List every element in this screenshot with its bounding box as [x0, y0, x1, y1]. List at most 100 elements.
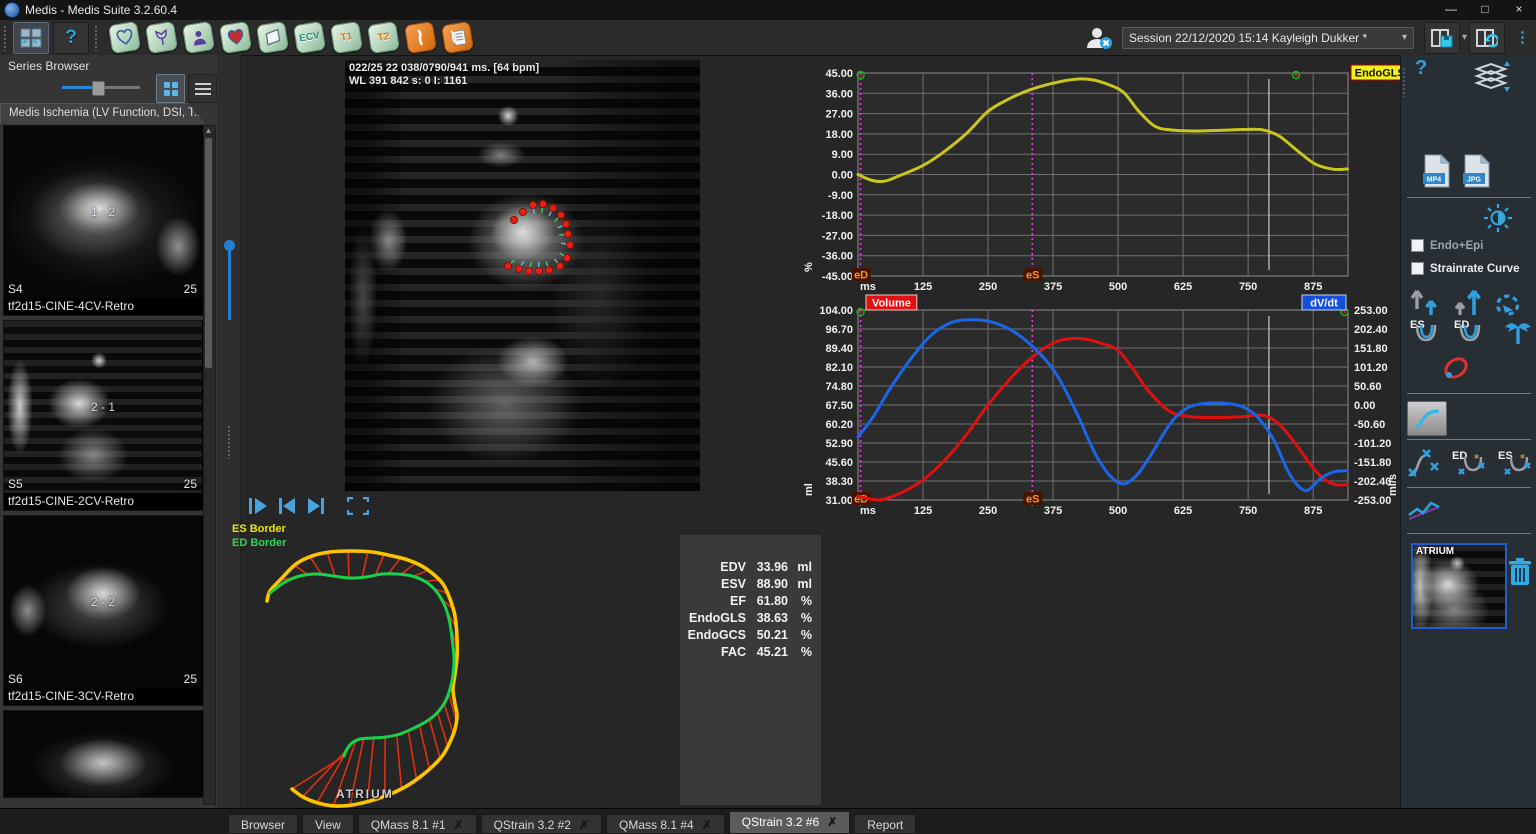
- close-tab-icon[interactable]: ✗: [827, 815, 837, 829]
- series-list-scrollbar[interactable]: ▲: [203, 125, 216, 805]
- svg-text:375: 375: [1044, 281, 1062, 293]
- app-icon-patient[interactable]: [182, 21, 215, 54]
- session-dropdown[interactable]: Session 22/12/2020 15:14 Kayleigh Dukker…: [1122, 27, 1414, 49]
- es-points-button[interactable]: ES: [1497, 447, 1536, 481]
- ed-contour-button[interactable]: ED: [1453, 317, 1489, 347]
- svg-text:253.00: 253.00: [1354, 305, 1388, 317]
- app-icon-mesh[interactable]: [256, 21, 289, 54]
- strainrate-curve-checkbox[interactable]: Strainrate Curve: [1411, 262, 1519, 275]
- mri-viewport[interactable]: 022/25 22 038/0790/941 ms. [64 bpm] WL 3…: [345, 60, 700, 491]
- list-view-button[interactable]: [188, 74, 217, 103]
- brightness-contrast-icon[interactable]: [1483, 203, 1513, 233]
- panel-grip[interactable]: [1402, 67, 1406, 97]
- series-browser-title: Series Browser: [8, 59, 89, 73]
- strain-contour-figure[interactable]: [240, 548, 502, 808]
- svg-text:dV/dt: dV/dt: [1310, 298, 1338, 310]
- scrollbar-thumb[interactable]: [205, 138, 212, 368]
- atrium-thumbnail-image: [1413, 545, 1505, 627]
- maximize-button[interactable]: □: [1468, 0, 1502, 20]
- toolbar-overflow-menu[interactable]: ⋮: [1515, 33, 1530, 43]
- splitter-grip[interactable]: [227, 425, 231, 459]
- app-tab-qmass-8-1-1[interactable]: QMass 8.1 #1✗: [358, 814, 477, 834]
- checkbox-box[interactable]: [1411, 239, 1424, 252]
- svg-text:60.20: 60.20: [825, 419, 853, 431]
- layout-button[interactable]: [13, 22, 49, 54]
- app-tab-report[interactable]: Report: [854, 814, 916, 834]
- grid-view-button[interactable]: [156, 74, 185, 103]
- svg-text:375: 375: [1044, 505, 1062, 517]
- app-icon-report[interactable]: [441, 21, 474, 54]
- close-button[interactable]: ×: [1502, 0, 1536, 20]
- checkbox-box[interactable]: [1411, 262, 1424, 275]
- series-name: tf2d15-CINE-4CV-Retro: [4, 298, 204, 315]
- close-tab-icon[interactable]: ✗: [702, 818, 712, 832]
- app-icon-qstrain[interactable]: [145, 21, 178, 54]
- svg-text:-101.20: -101.20: [1354, 438, 1391, 450]
- delete-button[interactable]: [1507, 557, 1533, 587]
- es-contour-button[interactable]: ES: [1409, 317, 1445, 347]
- shift-contour-icon[interactable]: [1503, 317, 1533, 347]
- app-tab-qmass-8-1-4[interactable]: QMass 8.1 #4✗: [606, 814, 725, 834]
- export-jpg-button[interactable]: JPG: [1461, 153, 1493, 189]
- app-icon-qmass[interactable]: [108, 21, 141, 54]
- thumbnail-size-slider-handle[interactable]: [92, 81, 105, 96]
- app-tab-browser[interactable]: Browser: [228, 814, 298, 834]
- panel-splitter[interactable]: [218, 55, 241, 808]
- bottom-tab-bar: Series BrowserResults BrowserViewQMass 8…: [0, 808, 1536, 834]
- fullscreen-button[interactable]: [347, 497, 369, 515]
- svg-text:ml/s: ml/s: [1387, 474, 1399, 496]
- close-tab-icon[interactable]: ✗: [579, 818, 589, 832]
- previous-frame-button[interactable]: [277, 497, 297, 515]
- ed-points-button[interactable]: ED: [1451, 447, 1491, 481]
- app-icon-heart3d[interactable]: [219, 21, 252, 54]
- app-icon-ecv[interactable]: ECV: [293, 21, 326, 54]
- study-tab[interactable]: Medis Ischemia (LV Function, DSI, T...: [0, 103, 212, 124]
- reset-layout-button[interactable]: [1469, 22, 1505, 54]
- measurement-row-fac: FAC45.21%: [680, 644, 821, 661]
- series-name: tf2d15-CINE-2CV-Retro: [4, 493, 204, 510]
- svg-text:250: 250: [979, 505, 997, 517]
- propagate-up-icon[interactable]: [1451, 287, 1483, 317]
- app-icon-t2[interactable]: T2: [367, 21, 400, 54]
- play-button[interactable]: [248, 497, 268, 515]
- scroll-up-icon[interactable]: ▲: [204, 126, 213, 136]
- svg-text:750: 750: [1239, 505, 1257, 517]
- strain-chart[interactable]: 45.0036.0027.0018.009.000.00-9.00-18.00-…: [800, 58, 1400, 293]
- app-icon-qflow[interactable]: [404, 21, 437, 54]
- smooth-curve-button[interactable]: [1407, 401, 1447, 436]
- toolbar-grip-2[interactable]: [94, 25, 99, 51]
- contour-points-overlay[interactable]: [345, 60, 700, 491]
- toolbar-grip[interactable]: [3, 25, 8, 51]
- save-layout-button[interactable]: [1424, 22, 1460, 54]
- retrack-icon[interactable]: [1493, 287, 1525, 317]
- roi-ellipse-icon[interactable]: [1439, 353, 1473, 383]
- series-thumbnail-partial-3[interactable]: [3, 710, 205, 798]
- contour-propagate-buttons: [1409, 287, 1525, 317]
- panel-help-button[interactable]: ?: [1415, 57, 1427, 80]
- curve-analysis-icon[interactable]: [1407, 495, 1441, 525]
- help-button[interactable]: ?: [53, 22, 89, 54]
- medis-suite-window: Medis - Medis Suite 3.2.60.4 — □ × ? ECV…: [0, 0, 1536, 834]
- export-mp4-button[interactable]: MP4: [1421, 153, 1453, 189]
- frame-slider-track[interactable]: [228, 250, 231, 320]
- layout-options-caret[interactable]: ▾: [1462, 32, 1467, 43]
- series-thumbnail-S5[interactable]: 2 - 1S525tf2d15-CINE-2CV-Retro: [3, 320, 205, 511]
- series-thumbnail-S6[interactable]: 2 - 2S625tf2d15-CINE-3CV-Retro: [3, 515, 205, 706]
- atrium-series-thumbnail[interactable]: ATRIUM: [1411, 543, 1507, 629]
- propagate-up-both-icon[interactable]: [1409, 287, 1441, 317]
- next-frame-button[interactable]: [306, 497, 326, 515]
- volume-dvdt-chart[interactable]: 104.0096.7089.4082.1074.8067.5060.2052.9…: [800, 293, 1400, 535]
- app-tab-view[interactable]: View: [302, 814, 354, 834]
- series-thumbnail-S4[interactable]: 1 - 2S425tf2d15-CINE-4CV-Retro: [3, 125, 205, 316]
- endo-epi-checkbox[interactable]: Endo+Epi: [1411, 239, 1483, 252]
- minimize-button[interactable]: —: [1434, 0, 1468, 20]
- app-tab-qstrain-3-2-6[interactable]: QStrain 3.2 #6✗: [729, 811, 850, 834]
- app-tab-qstrain-3-2-2[interactable]: QStrain 3.2 #2✗: [481, 814, 602, 834]
- svg-text:-45.00: -45.00: [822, 271, 853, 283]
- close-tab-icon[interactable]: ✗: [454, 818, 464, 832]
- app-icon-t1[interactable]: T1: [330, 21, 363, 54]
- app-launcher-icons: ECVT1T2: [106, 23, 476, 52]
- layers-icon[interactable]: [1471, 59, 1513, 93]
- edit-points-button[interactable]: [1407, 447, 1445, 481]
- es-border-legend: ES Border: [232, 523, 286, 535]
